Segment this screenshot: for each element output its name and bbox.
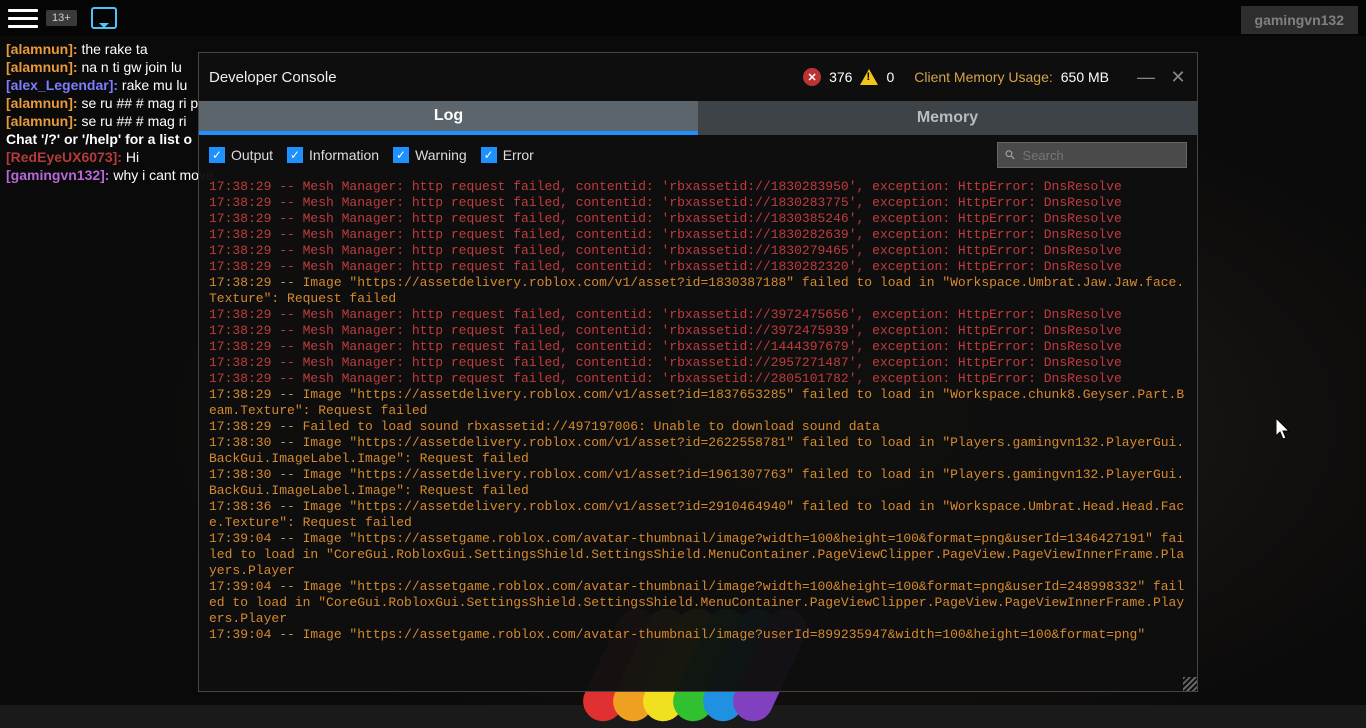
search-box[interactable] bbox=[997, 142, 1187, 168]
memory-label: Client Memory Usage: bbox=[914, 69, 1053, 85]
log-line: 17:38:29 -- Mesh Manager: http request f… bbox=[209, 259, 1187, 275]
log-line: 17:38:29 -- Mesh Manager: http request f… bbox=[209, 339, 1187, 355]
filter-warning-label: Warning bbox=[415, 147, 467, 163]
chat-username: [alamnun]: bbox=[6, 113, 78, 129]
checkbox-checked-icon: ✓ bbox=[209, 147, 225, 163]
menu-hamburger-icon[interactable] bbox=[8, 3, 38, 33]
chat-username: [alamnun]: bbox=[6, 59, 78, 75]
checkbox-checked-icon: ✓ bbox=[393, 147, 409, 163]
log-line: 17:38:36 -- Image "https://assetdelivery… bbox=[209, 499, 1187, 531]
chat-line: Chat '/?' or '/help' for a list o bbox=[6, 130, 214, 148]
log-line: 17:38:29 -- Mesh Manager: http request f… bbox=[209, 227, 1187, 243]
chat-line: [RedEyeUX6073]: Hi bbox=[6, 148, 214, 166]
chat-username: Chat '/?' or '/help' for a list o bbox=[6, 131, 192, 147]
console-log-area[interactable]: 17:38:29 -- Mesh Manager: http request f… bbox=[199, 175, 1197, 691]
chat-username: [alex_Legendar]: bbox=[6, 77, 118, 93]
search-icon bbox=[1004, 148, 1017, 162]
filter-output-checkbox[interactable]: ✓ Output bbox=[209, 147, 273, 163]
error-count-value: 376 bbox=[829, 69, 852, 85]
log-line: 17:38:30 -- Image "https://assetdelivery… bbox=[209, 467, 1187, 499]
log-line: 17:38:30 -- Image "https://assetdelivery… bbox=[209, 435, 1187, 467]
chat-message: se ru ## # mag ri bbox=[78, 113, 187, 129]
chat-message: the rake ta bbox=[78, 41, 148, 57]
minimize-icon[interactable]: — bbox=[1137, 68, 1155, 86]
log-line: 17:38:29 -- Image "https://assetdelivery… bbox=[209, 275, 1187, 307]
close-icon[interactable]: ✕ bbox=[1169, 68, 1187, 86]
memory-value: 650 MB bbox=[1061, 69, 1109, 85]
tab-log[interactable]: Log bbox=[199, 101, 698, 135]
console-filter-bar: ✓ Output ✓ Information ✓ Warning ✓ Error bbox=[199, 135, 1197, 175]
checkbox-checked-icon: ✓ bbox=[287, 147, 303, 163]
chat-username: [alamnun]: bbox=[6, 95, 78, 111]
warning-count-value: 0 bbox=[886, 69, 894, 85]
developer-console-window: Developer Console ✕ 376 0 Client Memory … bbox=[198, 52, 1198, 692]
chat-message: na n ti gw join lu bbox=[78, 59, 182, 75]
log-line: 17:39:04 -- Image "https://assetgame.rob… bbox=[209, 627, 1187, 643]
filter-information-checkbox[interactable]: ✓ Information bbox=[287, 147, 379, 163]
chat-area: [alamnun]: the rake ta[alamnun]: na n ti… bbox=[6, 40, 214, 184]
filter-error-checkbox[interactable]: ✓ Error bbox=[481, 147, 534, 163]
search-input[interactable] bbox=[1023, 148, 1180, 163]
log-line: 17:38:29 -- Mesh Manager: http request f… bbox=[209, 355, 1187, 371]
chat-message: rake mu lu bbox=[118, 77, 187, 93]
chat-line: [alamnun]: se ru ## # mag ri p bbox=[6, 94, 214, 112]
console-title: Developer Console bbox=[209, 69, 337, 86]
chat-message: Hi bbox=[122, 149, 139, 165]
chat-username: [alamnun]: bbox=[6, 41, 78, 57]
log-line: 17:38:29 -- Mesh Manager: http request f… bbox=[209, 195, 1187, 211]
log-line: 17:38:29 -- Image "https://assetdelivery… bbox=[209, 387, 1187, 419]
error-count-icon: ✕ bbox=[803, 68, 821, 86]
chat-line: [alex_Legendar]: rake mu lu bbox=[6, 76, 214, 94]
log-line: 17:38:29 -- Mesh Manager: http request f… bbox=[209, 371, 1187, 387]
log-line: 17:38:29 -- Mesh Manager: http request f… bbox=[209, 243, 1187, 259]
chat-username: [gamingvn132]: bbox=[6, 167, 109, 183]
checkbox-checked-icon: ✓ bbox=[481, 147, 497, 163]
filter-warning-checkbox[interactable]: ✓ Warning bbox=[393, 147, 467, 163]
warning-count-icon bbox=[860, 69, 878, 85]
chat-username: [RedEyeUX6073]: bbox=[6, 149, 122, 165]
filter-information-label: Information bbox=[309, 147, 379, 163]
topbar: 13+ bbox=[0, 0, 1366, 36]
chat-line: [alamnun]: se ru ## # mag ri bbox=[6, 112, 214, 130]
console-status: ✕ 376 0 Client Memory Usage: 650 MB bbox=[803, 68, 1109, 86]
filter-error-label: Error bbox=[503, 147, 534, 163]
tab-memory[interactable]: Memory bbox=[698, 101, 1197, 135]
chat-message: se ru ## # mag ri p bbox=[78, 95, 199, 111]
chat-line: [gamingvn132]: why i cant move bbox=[6, 166, 214, 184]
log-line: 17:38:29 -- Mesh Manager: http request f… bbox=[209, 211, 1187, 227]
log-line: 17:39:04 -- Image "https://assetgame.rob… bbox=[209, 531, 1187, 579]
chat-line: [alamnun]: na n ti gw join lu bbox=[6, 58, 214, 76]
log-line: 17:38:29 -- Mesh Manager: http request f… bbox=[209, 307, 1187, 323]
age-badge: 13+ bbox=[46, 10, 77, 26]
chat-line: [alamnun]: the rake ta bbox=[6, 40, 214, 58]
log-line: 17:38:29 -- Mesh Manager: http request f… bbox=[209, 323, 1187, 339]
console-tabs: Log Memory bbox=[199, 101, 1197, 135]
filter-output-label: Output bbox=[231, 147, 273, 163]
chat-icon[interactable] bbox=[91, 7, 117, 29]
log-line: 17:38:29 -- Mesh Manager: http request f… bbox=[209, 179, 1187, 195]
resize-handle-icon[interactable] bbox=[1183, 677, 1197, 691]
console-titlebar[interactable]: Developer Console ✕ 376 0 Client Memory … bbox=[199, 53, 1197, 101]
log-line: 17:38:29 -- Failed to load sound rbxasse… bbox=[209, 419, 1187, 435]
log-line: 17:39:04 -- Image "https://assetgame.rob… bbox=[209, 579, 1187, 627]
